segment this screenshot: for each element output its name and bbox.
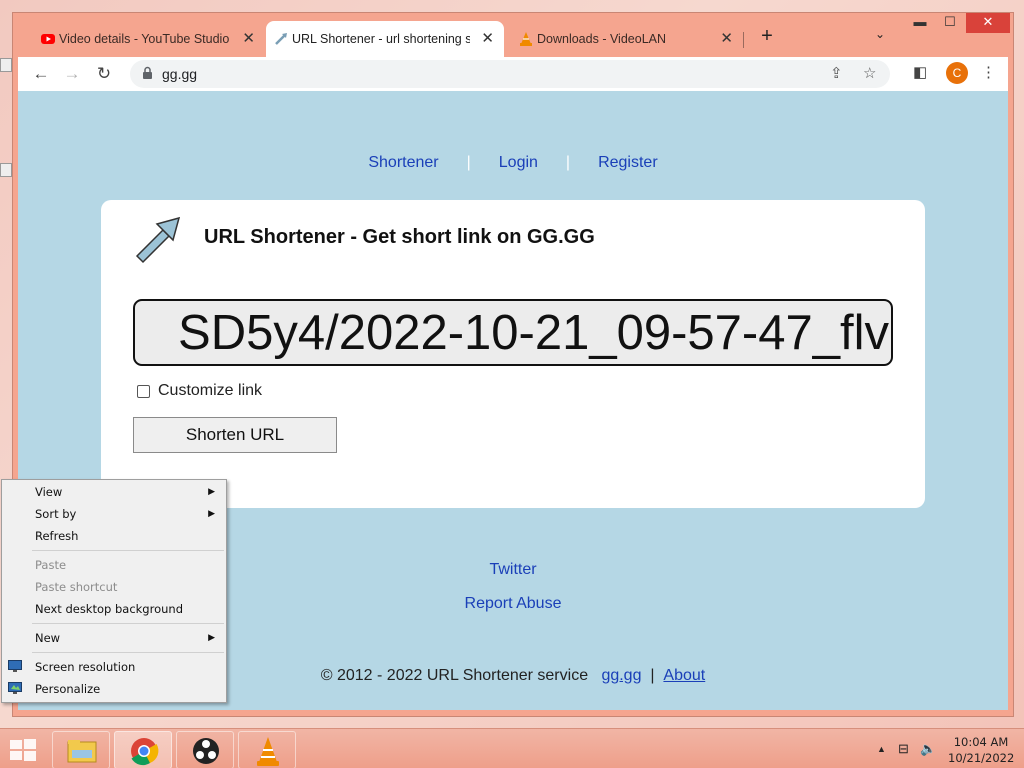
menu-item-paste[interactable]: Paste <box>2 554 226 576</box>
bookmark-star-icon[interactable]: ☆ <box>863 64 876 82</box>
vlc-cone-icon <box>520 32 532 46</box>
tab-url-shortener[interactable]: URL Shortener - url shortening se ✕ <box>266 21 504 57</box>
close-tab-icon[interactable]: ✕ <box>481 29 494 47</box>
page-title: URL Shortener - Get short link on GG.GG <box>204 226 595 248</box>
obs-icon <box>193 738 219 764</box>
monitor-icon <box>8 660 22 672</box>
menu-item-label: Personalize <box>35 682 101 696</box>
url-text[interactable]: gg.gg <box>162 66 197 82</box>
lock-icon[interactable] <box>142 66 153 80</box>
menu-separator <box>32 652 224 653</box>
menu-item-screen-resolution[interactable]: Screen resolution <box>2 656 226 678</box>
desktop-icon-stub[interactable] <box>0 58 12 72</box>
nav-separator: | <box>565 154 571 171</box>
start-windows-icon[interactable] <box>8 737 38 763</box>
menu-item-label: View <box>35 485 63 499</box>
submenu-arrow-icon: ▶ <box>208 487 215 497</box>
side-panel-icon[interactable]: ◧ <box>913 63 927 81</box>
top-nav: Shortener | Login | Register <box>18 154 1008 172</box>
taskbar-chrome[interactable] <box>114 731 172 768</box>
title-bar: Video details - YouTube Studio ✕ URL Sho… <box>13 13 1013 57</box>
reload-button[interactable]: ↻ <box>93 63 115 85</box>
menu-item-next-background[interactable]: Next desktop background <box>2 598 226 620</box>
menu-item-view[interactable]: View ▶ <box>2 481 226 503</box>
menu-item-personalize[interactable]: Personalize <box>2 678 226 700</box>
menu-item-label: Screen resolution <box>35 660 136 674</box>
menu-item-label: Next desktop background <box>35 602 183 616</box>
arrow-logo-icon <box>275 33 287 45</box>
shorten-url-button[interactable]: Shorten URL <box>133 417 337 453</box>
menu-item-label: Paste <box>35 558 67 572</box>
customize-label[interactable]: Customize link <box>158 382 262 400</box>
menu-item-label: Paste shortcut <box>35 580 118 594</box>
footer-separator: | <box>650 667 655 684</box>
nav-shortener-link[interactable]: Shortener <box>368 154 438 171</box>
taskbar-vlc[interactable] <box>238 731 296 768</box>
menu-item-label: Sort by <box>35 507 77 521</box>
taskbar-obs[interactable] <box>176 731 234 768</box>
tab-title: URL Shortener - url shortening se <box>292 32 470 46</box>
forward-button[interactable]: → <box>61 63 83 85</box>
menu-item-paste-shortcut[interactable]: Paste shortcut <box>2 576 226 598</box>
share-icon[interactable]: ⇪ <box>830 64 843 82</box>
taskbar: ▲ ⊟ 🔈 10:04 AM 10/21/2022 <box>0 728 1024 768</box>
show-hidden-icons-icon[interactable]: ▲ <box>877 744 886 754</box>
menu-item-new[interactable]: New ▶ <box>2 627 226 649</box>
menu-separator <box>32 623 224 624</box>
menu-separator <box>32 550 224 551</box>
browser-toolbar: ← → ↻ gg.gg ⇪ ☆ ◧ C ⋮ <box>18 57 1008 91</box>
minimize-button[interactable]: ▬ <box>905 13 935 33</box>
url-input[interactable]: SD5y4/2022-10-21_09-57-47_flv <box>133 299 893 366</box>
chrome-icon <box>131 738 159 766</box>
copyright-text: © 2012 - 2022 URL Shortener service <box>320 667 589 684</box>
tab-title: Video details - YouTube Studio <box>59 32 230 46</box>
close-tab-icon[interactable]: ✕ <box>720 29 733 47</box>
address-bar[interactable]: gg.gg ⇪ ☆ <box>130 60 890 88</box>
back-button[interactable]: ← <box>30 63 52 85</box>
footer-about-link[interactable]: About <box>663 667 705 684</box>
volume-icon[interactable]: 🔈 <box>920 741 936 757</box>
menu-item-label: New <box>35 631 61 645</box>
file-explorer-icon <box>67 740 97 763</box>
nav-login-link[interactable]: Login <box>499 154 538 171</box>
taskbar-file-explorer[interactable] <box>52 731 110 768</box>
new-tab-button[interactable]: + <box>755 25 779 49</box>
arrow-logo-icon <box>135 216 181 264</box>
maximize-button[interactable]: ☐ <box>935 13 965 33</box>
tab-search-chevron-icon[interactable]: ⌄ <box>875 27 885 41</box>
youtube-icon <box>41 34 55 44</box>
shortener-card: URL Shortener - Get short link on GG.GG … <box>101 200 925 508</box>
close-tab-icon[interactable]: ✕ <box>242 29 255 47</box>
menu-item-label: Refresh <box>35 529 79 543</box>
submenu-arrow-icon: ▶ <box>208 509 215 519</box>
close-window-button[interactable]: ✕ <box>966 13 1010 33</box>
nav-separator: | <box>466 154 471 171</box>
personalize-icon <box>8 682 22 694</box>
kebab-menu-icon[interactable]: ⋮ <box>981 63 996 81</box>
customize-checkbox[interactable] <box>137 384 150 398</box>
profile-avatar[interactable]: C <box>946 62 968 84</box>
clock-time: 10:04 AM <box>953 735 1009 749</box>
customize-row: Customize link <box>137 382 262 400</box>
clock-date: 10/21/2022 <box>948 751 1015 765</box>
network-icon[interactable]: ⊟ <box>898 741 909 757</box>
system-clock[interactable]: 10:04 AM 10/21/2022 <box>948 734 1014 766</box>
footer-site-link[interactable]: gg.gg <box>601 667 641 684</box>
menu-item-sort-by[interactable]: Sort by ▶ <box>2 503 226 525</box>
submenu-arrow-icon: ▶ <box>208 633 215 643</box>
tab-separator <box>743 32 744 48</box>
url-input-value: SD5y4/2022-10-21_09-57-47_flv <box>178 306 889 360</box>
tab-videolan[interactable]: Downloads - VideoLAN ✕ <box>511 21 743 57</box>
desktop-context-menu: View ▶ Sort by ▶ Refresh Paste Paste sho… <box>1 479 227 703</box>
tab-youtube-studio[interactable]: Video details - YouTube Studio ✕ <box>33 21 265 57</box>
vlc-icon <box>257 737 279 766</box>
nav-register-link[interactable]: Register <box>598 154 658 171</box>
desktop-icon-stub[interactable] <box>0 163 12 177</box>
menu-item-refresh[interactable]: Refresh <box>2 525 226 547</box>
tab-title: Downloads - VideoLAN <box>537 32 667 46</box>
